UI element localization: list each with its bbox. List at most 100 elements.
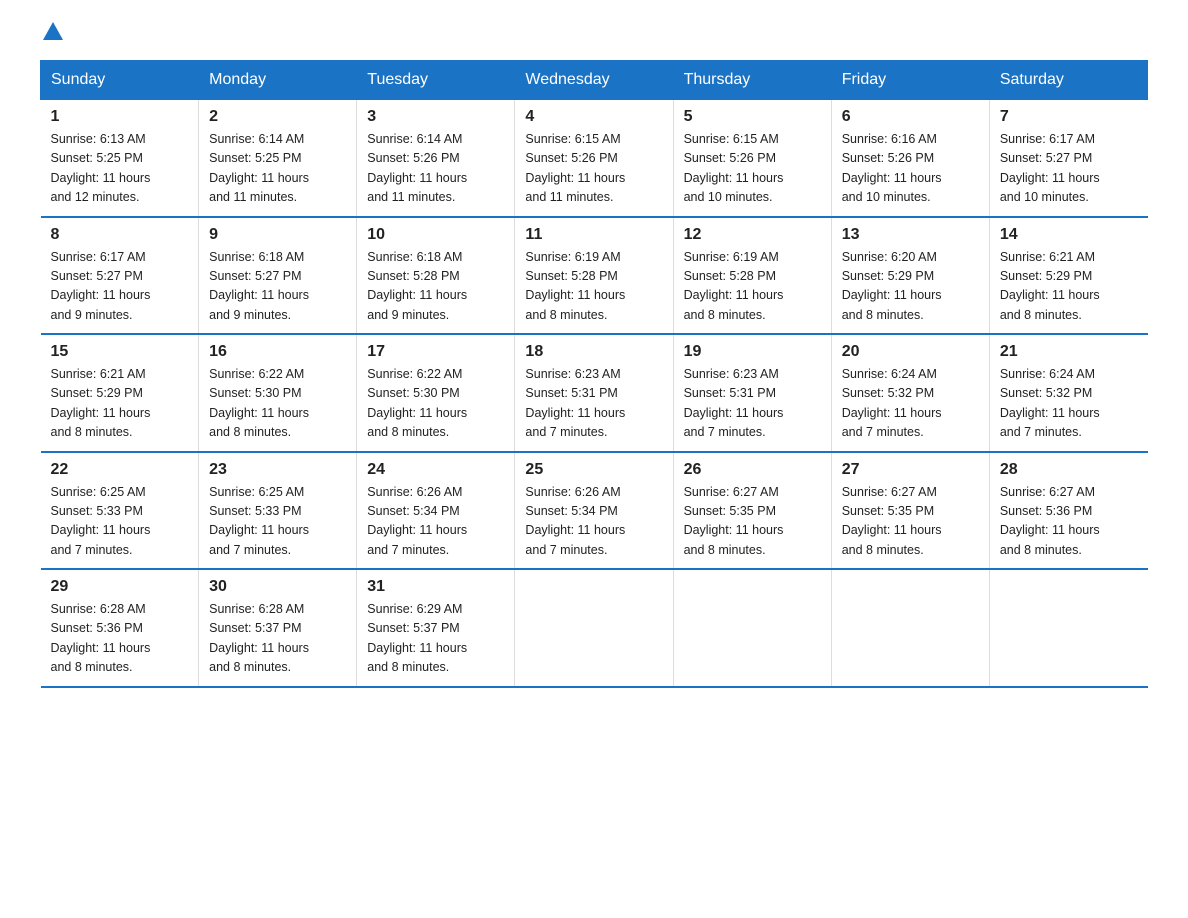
calendar-cell: 31 Sunrise: 6:29 AMSunset: 5:37 PMDaylig…: [357, 569, 515, 687]
day-info: Sunrise: 6:19 AMSunset: 5:28 PMDaylight:…: [684, 250, 784, 322]
day-number: 24: [367, 461, 504, 479]
calendar-cell: 6 Sunrise: 6:16 AMSunset: 5:26 PMDayligh…: [831, 100, 989, 217]
calendar-week-row: 22 Sunrise: 6:25 AMSunset: 5:33 PMDaylig…: [41, 452, 1148, 570]
day-number: 2: [209, 108, 346, 126]
calendar-cell: 29 Sunrise: 6:28 AMSunset: 5:36 PMDaylig…: [41, 569, 199, 687]
day-number: 29: [51, 578, 189, 596]
day-info: Sunrise: 6:21 AMSunset: 5:29 PMDaylight:…: [51, 367, 151, 439]
calendar-cell: 12 Sunrise: 6:19 AMSunset: 5:28 PMDaylig…: [673, 217, 831, 335]
calendar-cell: 26 Sunrise: 6:27 AMSunset: 5:35 PMDaylig…: [673, 452, 831, 570]
calendar-cell: [515, 569, 673, 687]
day-info: Sunrise: 6:28 AMSunset: 5:37 PMDaylight:…: [209, 602, 309, 674]
calendar-week-row: 15 Sunrise: 6:21 AMSunset: 5:29 PMDaylig…: [41, 334, 1148, 452]
calendar-cell: 4 Sunrise: 6:15 AMSunset: 5:26 PMDayligh…: [515, 100, 673, 217]
day-number: 22: [51, 461, 189, 479]
day-number: 12: [684, 226, 821, 244]
col-header-tuesday: Tuesday: [357, 61, 515, 100]
day-number: 14: [1000, 226, 1138, 244]
calendar-cell: 19 Sunrise: 6:23 AMSunset: 5:31 PMDaylig…: [673, 334, 831, 452]
calendar-table: SundayMondayTuesdayWednesdayThursdayFrid…: [40, 60, 1148, 688]
day-info: Sunrise: 6:20 AMSunset: 5:29 PMDaylight:…: [842, 250, 942, 322]
calendar-cell: 13 Sunrise: 6:20 AMSunset: 5:29 PMDaylig…: [831, 217, 989, 335]
day-number: 18: [525, 343, 662, 361]
logo: [40, 30, 63, 40]
calendar-cell: 3 Sunrise: 6:14 AMSunset: 5:26 PMDayligh…: [357, 100, 515, 217]
day-number: 30: [209, 578, 346, 596]
day-info: Sunrise: 6:17 AMSunset: 5:27 PMDaylight:…: [51, 250, 151, 322]
calendar-cell: 16 Sunrise: 6:22 AMSunset: 5:30 PMDaylig…: [199, 334, 357, 452]
day-number: 17: [367, 343, 504, 361]
calendar-header: SundayMondayTuesdayWednesdayThursdayFrid…: [41, 61, 1148, 100]
day-info: Sunrise: 6:25 AMSunset: 5:33 PMDaylight:…: [209, 485, 309, 557]
calendar-cell: 14 Sunrise: 6:21 AMSunset: 5:29 PMDaylig…: [989, 217, 1147, 335]
calendar-cell: 22 Sunrise: 6:25 AMSunset: 5:33 PMDaylig…: [41, 452, 199, 570]
col-header-friday: Friday: [831, 61, 989, 100]
day-info: Sunrise: 6:18 AMSunset: 5:27 PMDaylight:…: [209, 250, 309, 322]
calendar-cell: 15 Sunrise: 6:21 AMSunset: 5:29 PMDaylig…: [41, 334, 199, 452]
day-info: Sunrise: 6:15 AMSunset: 5:26 PMDaylight:…: [525, 132, 625, 204]
calendar-cell: [831, 569, 989, 687]
day-number: 6: [842, 108, 979, 126]
calendar-cell: 20 Sunrise: 6:24 AMSunset: 5:32 PMDaylig…: [831, 334, 989, 452]
day-number: 25: [525, 461, 662, 479]
col-header-saturday: Saturday: [989, 61, 1147, 100]
day-info: Sunrise: 6:16 AMSunset: 5:26 PMDaylight:…: [842, 132, 942, 204]
day-number: 26: [684, 461, 821, 479]
calendar-week-row: 1 Sunrise: 6:13 AMSunset: 5:25 PMDayligh…: [41, 100, 1148, 217]
day-info: Sunrise: 6:27 AMSunset: 5:35 PMDaylight:…: [842, 485, 942, 557]
day-info: Sunrise: 6:21 AMSunset: 5:29 PMDaylight:…: [1000, 250, 1100, 322]
logo-triangle-icon: [43, 22, 63, 40]
calendar-week-row: 8 Sunrise: 6:17 AMSunset: 5:27 PMDayligh…: [41, 217, 1148, 335]
day-info: Sunrise: 6:17 AMSunset: 5:27 PMDaylight:…: [1000, 132, 1100, 204]
day-number: 21: [1000, 343, 1138, 361]
day-number: 19: [684, 343, 821, 361]
col-header-wednesday: Wednesday: [515, 61, 673, 100]
calendar-cell: [673, 569, 831, 687]
day-number: 13: [842, 226, 979, 244]
calendar-cell: 30 Sunrise: 6:28 AMSunset: 5:37 PMDaylig…: [199, 569, 357, 687]
day-number: 9: [209, 226, 346, 244]
calendar-cell: 27 Sunrise: 6:27 AMSunset: 5:35 PMDaylig…: [831, 452, 989, 570]
day-number: 28: [1000, 461, 1138, 479]
day-info: Sunrise: 6:14 AMSunset: 5:26 PMDaylight:…: [367, 132, 467, 204]
day-number: 16: [209, 343, 346, 361]
calendar-week-row: 29 Sunrise: 6:28 AMSunset: 5:36 PMDaylig…: [41, 569, 1148, 687]
col-header-monday: Monday: [199, 61, 357, 100]
day-info: Sunrise: 6:27 AMSunset: 5:36 PMDaylight:…: [1000, 485, 1100, 557]
day-info: Sunrise: 6:14 AMSunset: 5:25 PMDaylight:…: [209, 132, 309, 204]
day-number: 10: [367, 226, 504, 244]
day-number: 31: [367, 578, 504, 596]
day-number: 15: [51, 343, 189, 361]
day-info: Sunrise: 6:23 AMSunset: 5:31 PMDaylight:…: [684, 367, 784, 439]
day-info: Sunrise: 6:26 AMSunset: 5:34 PMDaylight:…: [367, 485, 467, 557]
calendar-cell: [989, 569, 1147, 687]
calendar-cell: 5 Sunrise: 6:15 AMSunset: 5:26 PMDayligh…: [673, 100, 831, 217]
day-info: Sunrise: 6:28 AMSunset: 5:36 PMDaylight:…: [51, 602, 151, 674]
day-number: 23: [209, 461, 346, 479]
day-info: Sunrise: 6:23 AMSunset: 5:31 PMDaylight:…: [525, 367, 625, 439]
day-number: 5: [684, 108, 821, 126]
calendar-cell: 24 Sunrise: 6:26 AMSunset: 5:34 PMDaylig…: [357, 452, 515, 570]
calendar-cell: 7 Sunrise: 6:17 AMSunset: 5:27 PMDayligh…: [989, 100, 1147, 217]
day-info: Sunrise: 6:18 AMSunset: 5:28 PMDaylight:…: [367, 250, 467, 322]
day-number: 20: [842, 343, 979, 361]
day-number: 7: [1000, 108, 1138, 126]
day-info: Sunrise: 6:24 AMSunset: 5:32 PMDaylight:…: [1000, 367, 1100, 439]
col-header-thursday: Thursday: [673, 61, 831, 100]
calendar-cell: 28 Sunrise: 6:27 AMSunset: 5:36 PMDaylig…: [989, 452, 1147, 570]
calendar-cell: 21 Sunrise: 6:24 AMSunset: 5:32 PMDaylig…: [989, 334, 1147, 452]
day-info: Sunrise: 6:24 AMSunset: 5:32 PMDaylight:…: [842, 367, 942, 439]
calendar-cell: 25 Sunrise: 6:26 AMSunset: 5:34 PMDaylig…: [515, 452, 673, 570]
calendar-cell: 2 Sunrise: 6:14 AMSunset: 5:25 PMDayligh…: [199, 100, 357, 217]
day-number: 11: [525, 226, 662, 244]
day-number: 1: [51, 108, 189, 126]
day-info: Sunrise: 6:22 AMSunset: 5:30 PMDaylight:…: [209, 367, 309, 439]
day-info: Sunrise: 6:26 AMSunset: 5:34 PMDaylight:…: [525, 485, 625, 557]
calendar-cell: 1 Sunrise: 6:13 AMSunset: 5:25 PMDayligh…: [41, 100, 199, 217]
day-number: 8: [51, 226, 189, 244]
calendar-cell: 11 Sunrise: 6:19 AMSunset: 5:28 PMDaylig…: [515, 217, 673, 335]
day-info: Sunrise: 6:19 AMSunset: 5:28 PMDaylight:…: [525, 250, 625, 322]
calendar-cell: 23 Sunrise: 6:25 AMSunset: 5:33 PMDaylig…: [199, 452, 357, 570]
calendar-cell: 18 Sunrise: 6:23 AMSunset: 5:31 PMDaylig…: [515, 334, 673, 452]
page-header: [40, 30, 1148, 40]
